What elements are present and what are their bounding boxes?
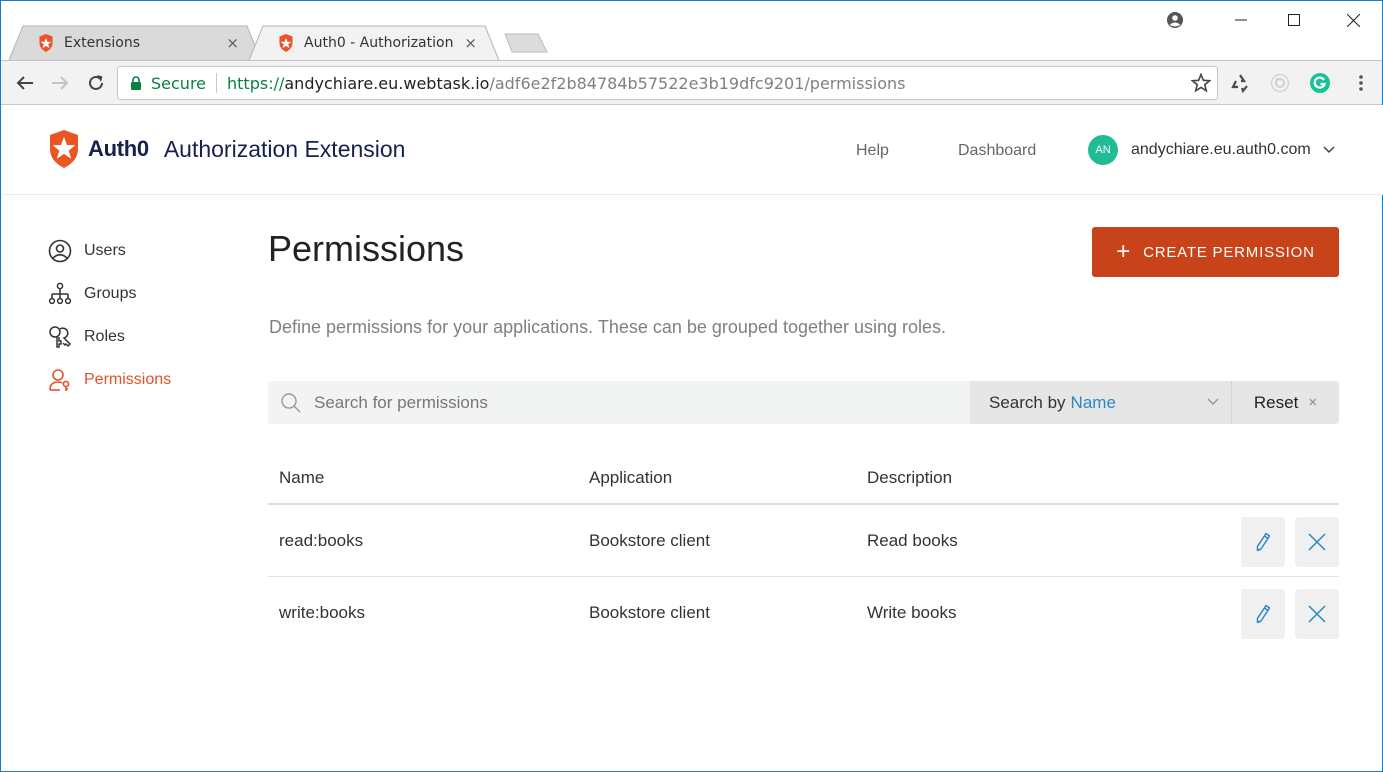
auth0-logo-icon <box>50 130 78 168</box>
close-icon <box>1308 533 1326 551</box>
user-menu[interactable]: AN andychiare.eu.auth0.com <box>1088 135 1335 165</box>
delete-button[interactable] <box>1295 517 1339 567</box>
reload-icon[interactable] <box>84 71 108 95</box>
sidebar-item-label: Users <box>84 241 126 259</box>
search-by-field: Name <box>1070 392 1116 412</box>
delete-button[interactable] <box>1295 589 1339 639</box>
target-extension-icon[interactable] <box>1269 72 1291 94</box>
auth0-favicon-icon <box>279 33 293 52</box>
search-by-dropdown[interactable]: Search by Name <box>970 381 1232 424</box>
avatar: AN <box>1088 135 1118 165</box>
app-header: Auth0 Authorization Extension Help Dashb… <box>2 105 1383 195</box>
keys-icon <box>48 325 72 349</box>
lock-icon <box>131 76 141 90</box>
pencil-icon <box>1256 604 1271 624</box>
search-input[interactable] <box>314 392 914 413</box>
table-row: read:books Bookstore client Read books <box>268 505 1339 577</box>
edit-button[interactable] <box>1241 589 1285 639</box>
tab-auth0-authorization[interactable]: Auth0 - Authorization × <box>249 25 499 60</box>
column-header-description[interactable]: Description <box>867 468 1167 488</box>
back-icon[interactable] <box>13 71 37 95</box>
search-icon <box>281 392 301 412</box>
close-icon[interactable] <box>1333 9 1373 31</box>
row-actions <box>1241 517 1339 567</box>
reset-label: Reset <box>1253 392 1299 412</box>
auth0-favicon-icon <box>39 33 53 52</box>
permissions-table: Name Application Description read:books … <box>268 453 1339 649</box>
omnibox-separator <box>216 73 218 93</box>
address-bar[interactable]: Secure https://andychiare.eu.webtask.io /… <box>117 66 1218 100</box>
reset-close-icon: × <box>1308 394 1318 411</box>
hierarchy-icon <box>48 282 72 306</box>
forward-icon[interactable] <box>48 71 72 95</box>
cell-name: write:books <box>279 603 365 622</box>
page-description: Define permissions for your applications… <box>269 317 947 337</box>
sidebar-item-users[interactable]: Users <box>48 229 228 272</box>
user-circle-icon <box>48 239 72 263</box>
chevron-down-icon <box>1323 146 1335 154</box>
url-host: andychiare.eu.webtask.io <box>284 73 490 93</box>
chevron-down-icon <box>1207 398 1219 405</box>
column-header-application[interactable]: Application <box>589 468 867 488</box>
create-permission-button[interactable]: + CREATE PERMISSION <box>1092 227 1339 277</box>
grammarly-extension-icon[interactable] <box>1309 72 1331 94</box>
search-bar: Search by Name Reset × <box>268 381 1339 424</box>
browser-window: Extensions × Auth0 - Authorization × Sec… <box>0 0 1383 772</box>
secure-label: Secure <box>151 73 207 93</box>
app-title: Authorization Extension <box>163 135 406 162</box>
cell-description: Read books <box>867 530 958 550</box>
sidebar-item-label: Groups <box>84 284 137 302</box>
search-field[interactable] <box>268 381 970 424</box>
title-bar: Extensions × Auth0 - Authorization × <box>1 1 1382 60</box>
edit-button[interactable] <box>1241 517 1285 567</box>
browser-toolbar: Secure https://andychiare.eu.webtask.io /… <box>1 60 1382 105</box>
maximize-icon[interactable] <box>1274 9 1314 31</box>
cell-name: read:books <box>279 530 364 550</box>
create-permission-label: CREATE PERMISSION <box>1143 243 1315 261</box>
sidebar-item-roles[interactable]: Roles <box>48 315 228 358</box>
tab-extensions[interactable]: Extensions × <box>9 25 261 60</box>
row-actions <box>1241 589 1339 639</box>
minimize-icon[interactable] <box>1221 9 1261 31</box>
search-by-prefix: Search by <box>989 392 1066 412</box>
sidebar-item-groups[interactable]: Groups <box>48 272 228 315</box>
cell-description: Write books <box>867 603 957 622</box>
profile-icon[interactable] <box>1155 9 1195 31</box>
pencil-icon <box>1256 532 1271 552</box>
page-title: Permissions <box>268 228 465 269</box>
tab-close-icon[interactable]: × <box>226 34 239 52</box>
sidebar: Users Groups Roles Permissions <box>48 229 228 401</box>
dashboard-link[interactable]: Dashboard <box>958 142 1036 160</box>
plus-icon: + <box>1116 238 1132 265</box>
cell-application: Bookstore client <box>589 530 710 550</box>
user-name: andychiare.eu.auth0.com <box>1131 141 1311 158</box>
star-icon[interactable] <box>1191 73 1211 93</box>
sidebar-item-permissions[interactable]: Permissions <box>48 358 228 401</box>
recycle-extension-icon[interactable] <box>1229 72 1251 94</box>
tab-close-icon[interactable]: × <box>464 34 477 52</box>
table-row: write:books Bookstore client Write books <box>268 577 1339 649</box>
user-key-icon <box>48 368 72 392</box>
table-header: Name Application Description <box>268 453 1339 505</box>
tab-label: Auth0 - Authorization <box>304 34 454 51</box>
sidebar-item-label: Permissions <box>84 370 172 388</box>
brand-wordmark: Auth0 <box>88 136 149 161</box>
column-header-name[interactable]: Name <box>268 468 589 488</box>
url-scheme: https:// <box>227 73 285 93</box>
help-link[interactable]: Help <box>856 142 889 160</box>
url-path: /adf6e2f2b84784b57522e3b19dfc9201/permis… <box>489 73 906 93</box>
brand[interactable]: Auth0 Authorization Extension <box>48 130 405 168</box>
new-tab-button[interactable] <box>504 33 548 53</box>
menu-icon[interactable] <box>1350 72 1372 94</box>
cell-application: Bookstore client <box>589 603 710 622</box>
reset-button[interactable]: Reset × <box>1232 381 1339 424</box>
close-icon <box>1308 605 1326 623</box>
tab-label: Extensions <box>64 34 141 51</box>
sidebar-item-label: Roles <box>84 327 125 345</box>
